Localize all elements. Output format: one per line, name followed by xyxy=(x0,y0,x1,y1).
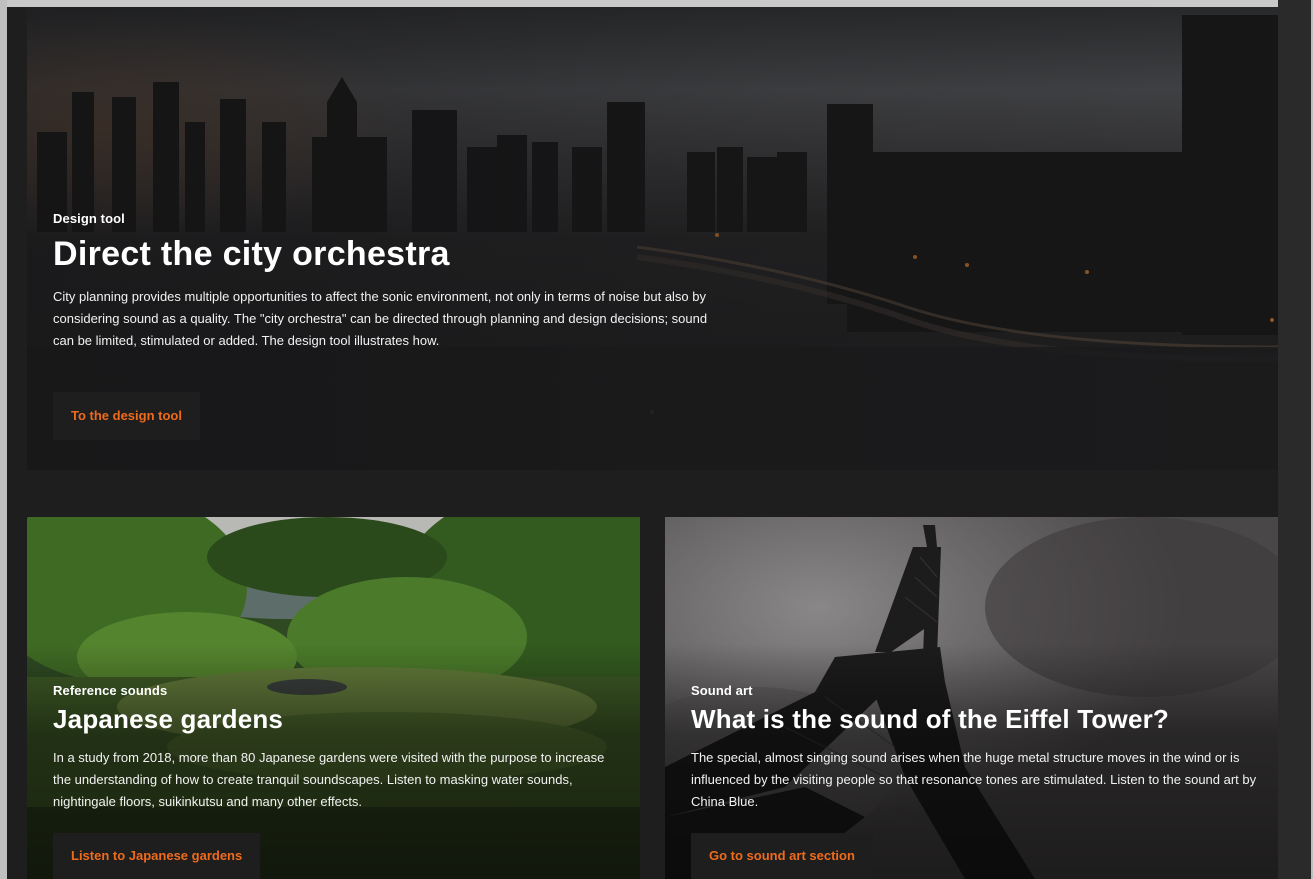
card-japanese-gardens: Reference sounds Japanese gardens In a s… xyxy=(27,517,640,879)
window-top-edge xyxy=(0,0,1313,7)
card-eyebrow: Sound art xyxy=(691,683,753,698)
card-title: What is the sound of the Eiffel Tower? xyxy=(691,704,1169,734)
card-title: Japanese gardens xyxy=(53,704,284,734)
card-description: In a study from 2018, more than 80 Japan… xyxy=(53,750,605,809)
hero-title: Direct the city orchestra xyxy=(53,235,450,273)
card-eiffel-tower: Sound art What is the sound of the Eiffe… xyxy=(665,517,1278,879)
hero-eyebrow: Design tool xyxy=(53,211,125,226)
japanese-gardens-button[interactable]: Listen to Japanese gardens xyxy=(53,833,261,879)
window-left-edge xyxy=(0,0,7,879)
card-content: Reference sounds Japanese gardens In a s… xyxy=(53,683,623,813)
hero-description: City planning provides multiple opportun… xyxy=(53,289,708,348)
card-description: The special, almost singing sound arises… xyxy=(691,750,1257,809)
card-eyebrow: Reference sounds xyxy=(53,683,168,698)
design-tool-button[interactable]: To the design tool xyxy=(53,392,200,440)
sound-art-button[interactable]: Go to sound art section xyxy=(691,833,873,879)
card-content: Sound art What is the sound of the Eiffe… xyxy=(691,683,1261,813)
window-right-gutter xyxy=(1278,0,1313,879)
hero-content: Design tool Direct the city orchestra Ci… xyxy=(53,211,713,352)
hero-design-tool: Design tool Direct the city orchestra Ci… xyxy=(27,7,1278,470)
